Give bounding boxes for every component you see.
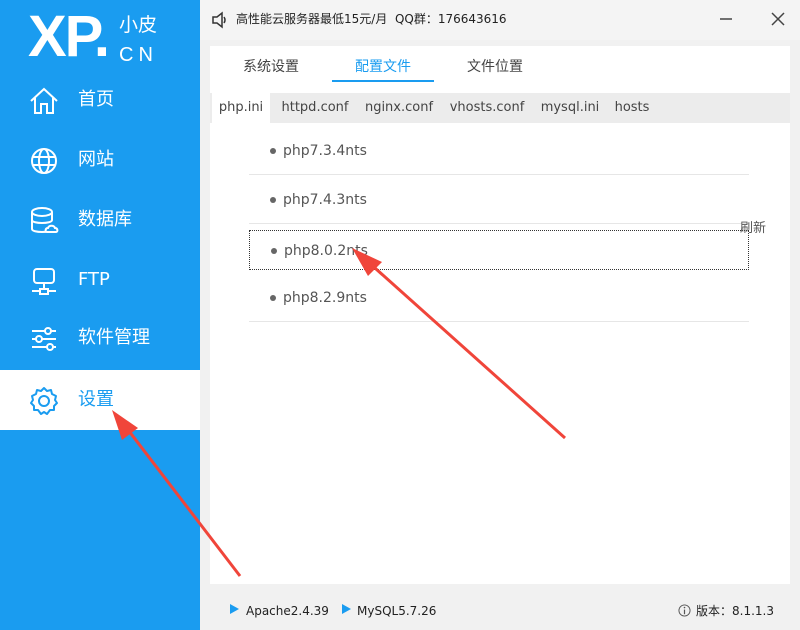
- promo-notice[interactable]: 高性能云服务器最低15元/月 QQ群：176643616: [236, 0, 507, 38]
- sidebar-item-database[interactable]: 数据库: [0, 190, 200, 250]
- list-item-php802[interactable]: php8.0.2nts: [249, 230, 749, 270]
- ftp-server-icon: [32, 268, 56, 295]
- app-logo: XP. 小皮 CN: [28, 6, 188, 68]
- globe-icon: [31, 148, 57, 174]
- bullet-icon: [270, 197, 276, 203]
- refresh-button[interactable]: 刷新: [740, 217, 766, 236]
- mysql-status[interactable]: MySQL5.7.26: [357, 590, 436, 630]
- play-icon[interactable]: [342, 604, 351, 614]
- sidebar-item-label: 数据库: [78, 209, 132, 230]
- version-label: php8.0.2nts: [284, 243, 368, 259]
- logo-main-text: XP.: [28, 4, 110, 69]
- speaker-icon: [212, 11, 226, 29]
- version-label: php7.4.3nts: [283, 192, 367, 208]
- sidebar-item-software[interactable]: 软件管理: [0, 308, 200, 368]
- home-icon: [30, 87, 58, 114]
- logo-small-text: 小皮: [119, 14, 158, 36]
- sidebar: XP. 小皮 CN 首页 网站 数据库 FTP 软件管理 设置: [0, 0, 200, 630]
- sidebar-item-settings[interactable]: 设置: [0, 370, 200, 430]
- database-icon: [31, 207, 59, 233]
- sidebar-item-label: 首页: [78, 89, 114, 110]
- list-item-php829[interactable]: php8.2.9nts: [249, 274, 749, 322]
- sidebar-item-label: 网站: [78, 149, 114, 170]
- apache-status[interactable]: Apache2.4.39: [246, 590, 329, 630]
- logo-cn-text: CN: [119, 44, 158, 66]
- sidebar-item-label: 设置: [78, 389, 114, 410]
- list-item-php743[interactable]: php7.4.3nts: [249, 176, 749, 224]
- sidebar-item-ftp[interactable]: FTP: [0, 250, 200, 310]
- bullet-icon: [270, 295, 276, 301]
- subtab-nginx-conf[interactable]: nginx.conf: [360, 93, 438, 123]
- sidebar-item-label: 软件管理: [78, 327, 150, 348]
- subtab-php-ini[interactable]: php.ini: [212, 93, 270, 123]
- close-icon[interactable]: [766, 8, 790, 30]
- bullet-icon: [270, 148, 276, 154]
- list-item-php734[interactable]: php7.3.4nts: [249, 127, 749, 175]
- tab-system-settings[interactable]: 系统设置: [226, 46, 316, 82]
- tab-config-files[interactable]: 配置文件: [332, 46, 434, 82]
- sidebar-item-home[interactable]: 首页: [0, 70, 200, 130]
- title-bar: 高性能云服务器最低15元/月 QQ群：176643616: [200, 0, 800, 40]
- sidebar-item-label: FTP: [78, 269, 110, 290]
- play-icon[interactable]: [230, 604, 239, 614]
- subtab-mysql-ini[interactable]: mysql.ini: [538, 93, 602, 123]
- minimize-icon[interactable]: [714, 8, 738, 30]
- info-icon: [678, 604, 691, 617]
- config-subtabs: php.ini httpd.conf nginx.conf vhosts.con…: [210, 93, 790, 123]
- tab-file-location[interactable]: 文件位置: [450, 46, 540, 82]
- gear-icon: [30, 387, 58, 415]
- bullet-icon: [271, 248, 277, 254]
- subtab-httpd-conf[interactable]: httpd.conf: [276, 93, 354, 123]
- version-info: 版本：8.1.1.3: [696, 604, 774, 618]
- version-label: php8.2.9nts: [283, 290, 367, 306]
- status-bar: Apache2.4.39 MySQL5.7.26 版本：8.1.1.3: [200, 590, 800, 630]
- sidebar-item-website[interactable]: 网站: [0, 130, 200, 190]
- subtab-hosts[interactable]: hosts: [610, 93, 654, 123]
- sliders-icon: [32, 327, 56, 351]
- version-label: php7.3.4nts: [283, 143, 367, 159]
- subtab-vhosts-conf[interactable]: vhosts.conf: [446, 93, 528, 123]
